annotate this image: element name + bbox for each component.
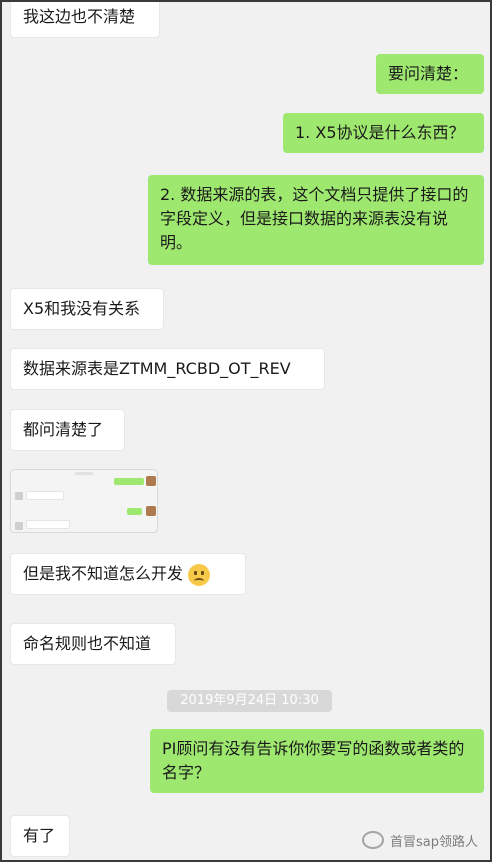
message-text: 命名规则也不知道	[23, 634, 152, 653]
thumb-outgoing-bubble	[114, 478, 144, 485]
message-bubble-incoming[interactable]: 但是我不知道怎么开发	[10, 553, 246, 595]
thumb-incoming-bubble	[26, 491, 64, 500]
message-text: 但是我不知道怎么开发	[23, 564, 184, 583]
thumb-avatar	[15, 492, 23, 500]
message-text: X5和我没有关系	[23, 299, 141, 318]
message-bubble-outgoing[interactable]: 2. 数据来源的表，这个文档只提供了接口的字段定义，但是接口数据的来源表没有说明…	[148, 175, 484, 265]
thumb-outgoing-bubble	[127, 508, 142, 515]
message-text: 都问清楚了	[23, 420, 104, 439]
message-bubble-outgoing[interactable]: PI顾问有没有告诉你你要写的函数或者类的名字？	[150, 729, 484, 793]
timestamp-divider: 2019年9月24日 10:30	[167, 690, 332, 712]
chat-window: 我这边也不清楚 要问清楚： 1. X5协议是什么东西？ 2. 数据来源的表，这个…	[0, 0, 492, 862]
thumb-avatar	[146, 476, 156, 486]
message-text: PI顾问有没有告诉你你要写的函数或者类的名字？	[162, 739, 465, 782]
message-text: 我这边也不清楚	[23, 7, 136, 26]
message-text: 数据来源表是ZTMM_RCBD_OT_REV	[23, 359, 291, 378]
message-bubble-outgoing[interactable]: 1. X5协议是什么东西？	[283, 113, 484, 153]
worried-face-icon	[188, 563, 211, 586]
thumb-header	[75, 472, 93, 475]
message-bubble-incoming[interactable]: 命名规则也不知道	[10, 623, 176, 665]
watermark: 首冒sap领路人	[362, 828, 478, 852]
message-text: 有了	[23, 826, 56, 845]
message-text: 2. 数据来源的表，这个文档只提供了接口的字段定义，但是接口数据的来源表没有说明…	[160, 185, 469, 252]
message-text: 要问清楚：	[388, 64, 469, 83]
message-bubble-incoming[interactable]: 我这边也不清楚	[10, 2, 160, 38]
thumb-incoming-bubble	[26, 520, 70, 529]
thumb-avatar	[15, 522, 23, 530]
thumb-avatar	[146, 506, 156, 516]
message-text: 1. X5协议是什么东西？	[295, 123, 465, 142]
screenshot-thumbnail[interactable]	[10, 469, 158, 533]
message-bubble-incoming[interactable]: X5和我没有关系	[10, 288, 164, 330]
message-bubble-incoming[interactable]: 数据来源表是ZTMM_RCBD_OT_REV	[10, 348, 325, 390]
message-bubble-incoming[interactable]: 都问清楚了	[10, 409, 125, 451]
message-bubble-incoming[interactable]: 有了	[10, 815, 70, 857]
watermark-text: 首冒sap领路人	[390, 834, 478, 850]
wechat-logo-icon	[362, 831, 384, 849]
message-bubble-outgoing[interactable]: 要问清楚：	[376, 54, 484, 94]
